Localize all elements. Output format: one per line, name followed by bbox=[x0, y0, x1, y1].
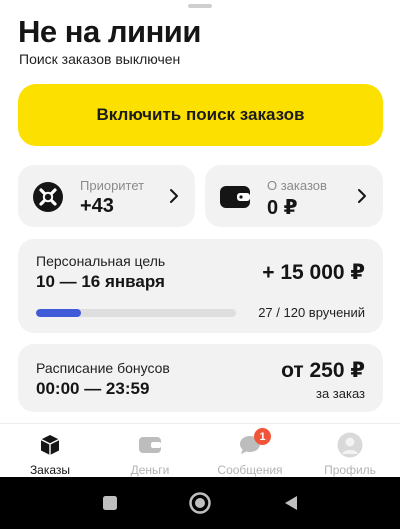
goal-progress-text: 27 / 120 вручений bbox=[258, 305, 365, 320]
priority-value: +43 bbox=[80, 195, 114, 217]
goal-label: Персональная цель bbox=[36, 253, 166, 269]
orders-income-label: О заказов bbox=[267, 178, 327, 193]
tab-messages[interactable]: 1 Сообщения bbox=[200, 424, 300, 477]
sheet-grabber[interactable] bbox=[188, 4, 212, 8]
status-subtitle: Поиск заказов выключен bbox=[19, 51, 181, 67]
tab-profile[interactable]: Профиль bbox=[300, 424, 400, 477]
chat-icon: 1 bbox=[237, 428, 271, 457]
tab-money[interactable]: Деньги bbox=[100, 424, 200, 477]
avatar bbox=[337, 432, 363, 458]
goal-amount: + 15 000 ₽ bbox=[262, 261, 365, 284]
enable-order-search-button[interactable]: Включить поиск заказов bbox=[18, 84, 383, 146]
bonus-amount: от 250 ₽ bbox=[281, 359, 365, 382]
bonus-label: Расписание бонусов bbox=[36, 360, 170, 376]
system-navigation-bar bbox=[0, 477, 400, 529]
personal-goal-card[interactable]: Персональная цель 10 — 16 января + 15 00… bbox=[18, 239, 383, 333]
orders-income-value: 0 ₽ bbox=[267, 197, 298, 219]
home-button[interactable] bbox=[187, 490, 213, 516]
priority-icon bbox=[32, 181, 64, 213]
tab-label: Сообщения bbox=[217, 463, 283, 477]
priority-card[interactable]: Приоритет +43 bbox=[18, 165, 195, 227]
bonus-note: за заказ bbox=[315, 386, 365, 401]
priority-label: Приоритет bbox=[80, 178, 145, 193]
square-icon bbox=[103, 496, 117, 510]
recent-apps-button[interactable] bbox=[97, 490, 123, 516]
wallet-icon bbox=[219, 181, 251, 213]
goal-progress-bar bbox=[36, 309, 236, 317]
tab-label: Деньги bbox=[130, 463, 170, 477]
page-title: Не на линии bbox=[18, 14, 201, 49]
goal-dates: 10 — 16 января bbox=[36, 272, 165, 291]
tab-orders[interactable]: Заказы bbox=[0, 424, 100, 477]
tab-label: Заказы bbox=[29, 463, 71, 477]
back-button[interactable] bbox=[278, 490, 304, 516]
chevron-right-icon bbox=[358, 189, 366, 203]
bonus-time: 00:00 — 23:59 bbox=[36, 379, 150, 398]
unread-badge: 1 bbox=[254, 428, 271, 445]
box-icon bbox=[37, 433, 63, 457]
tab-label: Профиль bbox=[324, 463, 376, 477]
bottom-tab-bar: Заказы Деньги 1 Сообщения Профиль bbox=[0, 423, 400, 477]
back-triangle-icon bbox=[285, 496, 297, 510]
bonus-schedule-card[interactable]: Расписание бонусов 00:00 — 23:59 от 250 … bbox=[18, 344, 383, 412]
orders-income-card[interactable]: О заказов 0 ₽ bbox=[205, 165, 383, 227]
wallet-icon bbox=[137, 433, 163, 457]
goal-progress-fill bbox=[36, 309, 81, 317]
chevron-right-icon bbox=[170, 189, 178, 203]
home-circle-icon bbox=[189, 492, 211, 514]
